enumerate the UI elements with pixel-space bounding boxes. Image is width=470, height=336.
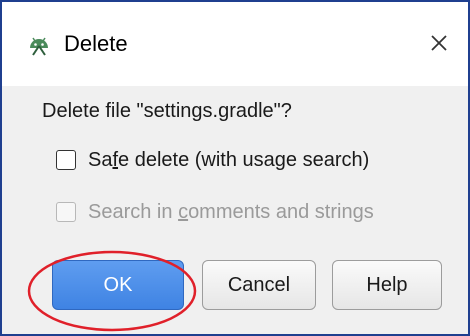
safe-delete-checkbox[interactable] xyxy=(56,150,76,170)
title-bar: Delete xyxy=(2,2,468,86)
help-button[interactable]: Help xyxy=(332,260,442,310)
ok-button[interactable]: OK xyxy=(52,260,184,310)
android-studio-icon xyxy=(30,37,48,56)
safe-delete-label: Safe delete (with usage search) xyxy=(88,149,370,171)
close-icon[interactable] xyxy=(424,28,454,58)
dialog-body: Delete file "settings.gradle"? Safe dele… xyxy=(2,86,468,334)
delete-question: Delete file "settings.gradle"? xyxy=(42,100,292,122)
dialog-title: Delete xyxy=(64,31,128,56)
safe-delete-option[interactable]: Safe delete (with usage search) xyxy=(56,146,369,174)
search-comments-checkbox xyxy=(56,202,76,222)
delete-dialog: Delete Delete file "settings.gradle"? Sa… xyxy=(0,0,470,336)
search-comments-label: Search in comments and strings xyxy=(88,201,374,223)
cancel-button[interactable]: Cancel xyxy=(202,260,316,310)
search-comments-option: Search in comments and strings xyxy=(56,198,374,226)
